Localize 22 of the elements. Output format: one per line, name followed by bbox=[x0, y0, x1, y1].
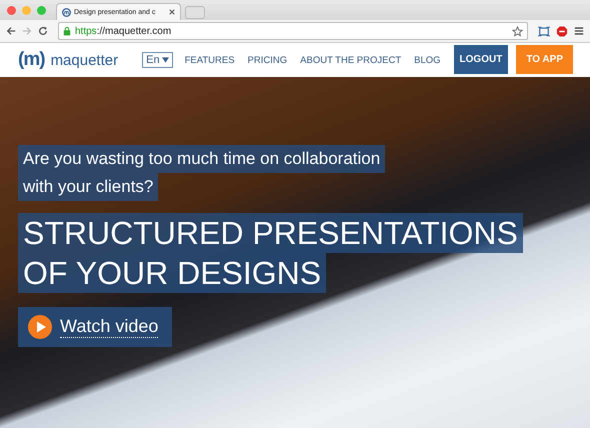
logo-text[interactable]: maquetter bbox=[50, 52, 118, 68]
back-icon[interactable] bbox=[6, 26, 16, 36]
watch-video-button[interactable]: Watch video bbox=[18, 307, 172, 347]
language-select[interactable]: En bbox=[142, 52, 173, 68]
address-bar[interactable]: https://maquetter.com bbox=[58, 22, 528, 40]
nav-link[interactable]: ABOUT THE PROJECT bbox=[300, 54, 402, 66]
play-icon bbox=[28, 315, 52, 339]
nav-link[interactable]: PRICING bbox=[248, 54, 288, 66]
reload-icon[interactable] bbox=[38, 26, 48, 36]
menu-icon[interactable] bbox=[574, 26, 584, 36]
logout-button[interactable]: LOGOUT bbox=[454, 44, 508, 74]
close-icon[interactable] bbox=[169, 9, 175, 15]
favicon-icon bbox=[62, 8, 71, 16]
close-window-button[interactable] bbox=[7, 6, 16, 14]
lock-icon bbox=[63, 26, 71, 36]
caret-icon bbox=[162, 57, 169, 63]
logo-mark[interactable]: (m) bbox=[18, 49, 45, 71]
adblock-icon[interactable] bbox=[556, 26, 568, 36]
star-icon[interactable] bbox=[512, 26, 523, 36]
nav-link[interactable]: FEATURES bbox=[184, 54, 235, 66]
cast-icon[interactable] bbox=[538, 26, 550, 36]
nav-link[interactable]: BLOG bbox=[414, 54, 441, 66]
